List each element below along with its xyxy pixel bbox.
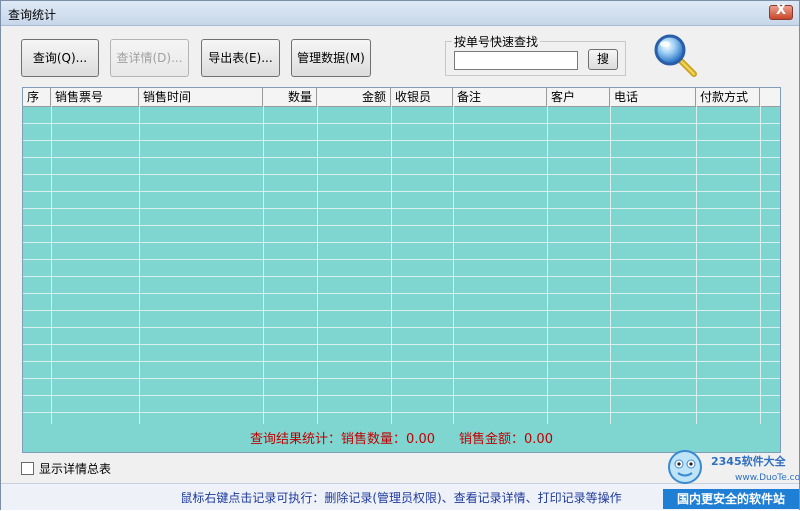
row-separator — [23, 344, 780, 345]
site-watermark: 2345软件大全 www.DuoTe.com 国内更安全的软件站 — [661, 439, 800, 511]
row-separator — [23, 157, 780, 158]
watermark-url: www.DuoTe.com — [735, 473, 800, 483]
sales-amount-value: 0.00 — [524, 432, 553, 447]
row-separator — [23, 140, 780, 141]
column-divider — [51, 106, 52, 424]
column-divider — [760, 106, 761, 424]
column-divider — [547, 106, 548, 424]
column-header-phone[interactable]: 电话 — [610, 88, 696, 106]
query-button[interactable]: 查询(Q)... — [21, 39, 99, 77]
row-separator — [23, 225, 780, 226]
checkbox-box[interactable] — [21, 462, 34, 475]
row-separator — [23, 174, 780, 175]
column-divider — [610, 106, 611, 424]
row-separator — [23, 327, 780, 328]
row-separator — [23, 361, 780, 362]
column-header-payment-method[interactable]: 付款方式 — [696, 88, 760, 106]
column-header-ticket-no[interactable]: 销售票号 — [51, 88, 139, 106]
manage-data-button[interactable]: 管理数据(M) — [291, 39, 371, 77]
close-icon: X — [775, 3, 787, 18]
row-separator — [23, 276, 780, 277]
column-divider — [263, 106, 264, 424]
export-button[interactable]: 导出表(E)... — [201, 39, 280, 77]
column-divider — [696, 106, 697, 424]
column-divider — [453, 106, 454, 424]
show-detail-checkbox[interactable]: 显示详情总表 — [21, 461, 111, 477]
row-separator — [23, 191, 780, 192]
column-header-index[interactable]: 序 — [23, 88, 51, 106]
row-separator — [23, 293, 780, 294]
quick-search-label: 按单号快速查找 — [452, 33, 541, 50]
sales-quantity-value: 0.00 — [406, 432, 435, 447]
column-divider — [391, 106, 392, 424]
row-separator — [23, 378, 780, 379]
row-separator — [23, 242, 780, 243]
row-separator — [23, 123, 780, 124]
column-header-cashier[interactable]: 收银员 — [391, 88, 453, 106]
table-body[interactable] — [23, 106, 780, 424]
magnifier-icon — [654, 34, 697, 77]
sales-quantity-label: 销售数量： — [341, 432, 407, 447]
column-header-quantity[interactable]: 数量 — [263, 88, 317, 106]
row-separator — [23, 208, 780, 209]
column-divider — [317, 106, 318, 424]
watermark-brand: 2345软件大全 — [711, 455, 786, 468]
mascot-icon — [668, 450, 702, 484]
column-header-customer[interactable]: 客户 — [547, 88, 610, 106]
row-separator — [23, 395, 780, 396]
order-number-search-input[interactable] — [454, 51, 578, 70]
summary-label: 查询结果统计： — [250, 432, 342, 447]
close-button[interactable]: X — [769, 3, 793, 20]
detail-button[interactable]: 查详情(D)... — [110, 39, 189, 77]
row-separator — [23, 259, 780, 260]
show-detail-label: 显示详情总表 — [39, 462, 112, 476]
table-header: 序 销售票号 销售时间 数量 金额 收银员 备注 客户 电话 付款方式 — [23, 88, 780, 107]
column-header-sale-time[interactable]: 销售时间 — [139, 88, 263, 106]
query-statistics-window: 查询统计 X 查询(Q)... 查详情(D)... 导出表(E)... 管理数据… — [0, 0, 800, 510]
sales-amount-label: 销售金额： — [459, 432, 525, 447]
column-header-amount[interactable]: 金额 — [317, 88, 391, 106]
column-divider — [139, 106, 140, 424]
column-header-remark[interactable]: 备注 — [453, 88, 547, 106]
title-bar: 查询统计 X — [1, 1, 799, 26]
search-button[interactable]: 搜 — [588, 49, 618, 70]
row-separator — [23, 310, 780, 311]
window-title: 查询统计 — [8, 8, 57, 22]
quick-search-group: 按单号快速查找 搜 — [445, 33, 626, 76]
sales-records-table[interactable]: 序 销售票号 销售时间 数量 金额 收银员 备注 客户 电话 付款方式 查询结果… — [22, 87, 781, 453]
row-separator — [23, 412, 780, 413]
watermark-slogan: 国内更安全的软件站 — [663, 489, 799, 509]
